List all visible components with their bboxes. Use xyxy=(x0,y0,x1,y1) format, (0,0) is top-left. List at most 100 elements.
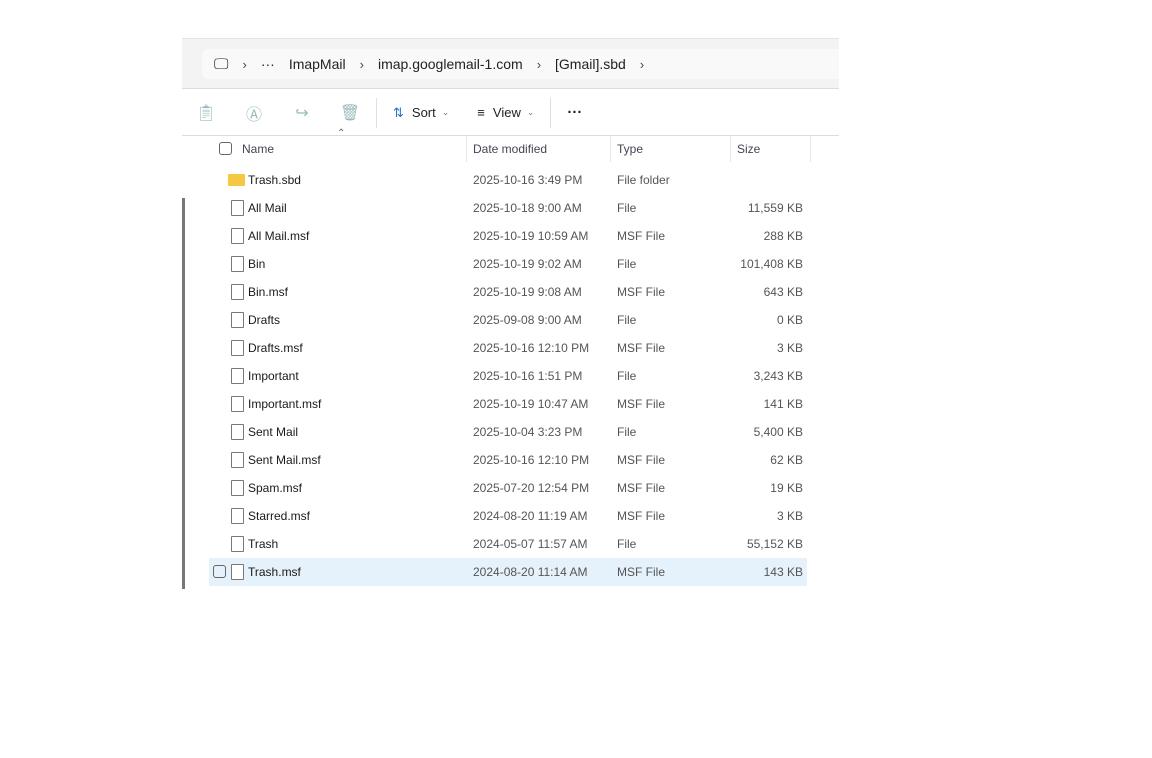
chevron-down-icon: ⌄ xyxy=(526,107,535,117)
column-size[interactable]: Size xyxy=(731,136,811,162)
file-type: File xyxy=(617,425,637,439)
file-row[interactable]: Trash.msf 2024-08-20 11:14 AM MSF File 143 … xyxy=(209,558,807,586)
file-size: 11,559 KB xyxy=(747,201,803,215)
file-row[interactable]: Drafts 2025-09-08 9:00 AM File 0 KB xyxy=(209,306,807,334)
file-icon xyxy=(231,340,244,356)
file-date: 2025-10-19 9:08 AM xyxy=(473,285,582,299)
file-type: MSF File xyxy=(617,565,665,579)
file-icon xyxy=(231,536,244,552)
column-date-modified[interactable]: Date modified xyxy=(467,136,611,162)
file-size: 0 KB xyxy=(776,313,803,327)
file-date: 2025-09-08 9:00 AM xyxy=(473,313,582,327)
file-name: Trash xyxy=(248,537,279,551)
file-icon xyxy=(231,200,244,216)
paste-icon[interactable]: 📋︎ xyxy=(182,103,230,123)
file-name: Trash.msf xyxy=(248,565,301,579)
file-list: Trash.sbd 2025-10-16 3:49 PM File folder Al… xyxy=(209,166,807,586)
file-size: 141 KB xyxy=(763,397,803,411)
file-size: 55,152 KB xyxy=(746,537,803,551)
file-explorer-window: 🖵 › ··· ImapMail › imap.googlemail-1.com… xyxy=(182,38,839,589)
file-name: Drafts xyxy=(248,313,281,327)
chevron-right-icon[interactable]: › xyxy=(360,57,364,72)
file-name: Trash.sbd xyxy=(248,173,301,187)
chevron-down-icon: ⌄ xyxy=(441,107,450,117)
breadcrumb-gmail-sbd[interactable]: [Gmail].sbd xyxy=(555,56,626,72)
file-row[interactable]: All Mail 2025-10-18 9:00 AM File 11,559 KB xyxy=(209,194,807,222)
file-type: MSF File xyxy=(617,285,665,299)
file-row[interactable]: Important 2025-10-16 1:51 PM File 3,243 KB xyxy=(209,362,807,390)
file-type: File folder xyxy=(617,173,670,187)
file-name: Drafts.msf xyxy=(248,341,303,355)
file-type: MSF File xyxy=(617,229,665,243)
file-row[interactable]: Drafts.msf 2025-10-16 12:10 PM MSF File 3 K… xyxy=(209,334,807,362)
file-row[interactable]: Spam.msf 2025-07-20 12:54 PM MSF File 19 KB xyxy=(209,474,807,502)
delete-icon[interactable]: 🗑︎ xyxy=(326,103,374,123)
file-date: 2025-10-04 3:23 PM xyxy=(473,425,583,439)
computer-icon[interactable]: 🖵 xyxy=(214,56,228,73)
file-row[interactable]: Bin 2025-10-19 9:02 AM File 101,408 KB xyxy=(209,250,807,278)
file-size: 3 KB xyxy=(776,509,803,523)
file-row[interactable]: Bin.msf 2025-10-19 9:08 AM MSF File 643 KB xyxy=(209,278,807,306)
file-name: Bin.msf xyxy=(248,285,289,299)
file-name: Important.msf xyxy=(248,397,322,411)
file-icon xyxy=(231,508,244,524)
file-date: 2024-08-20 11:14 AM xyxy=(473,565,588,579)
file-row[interactable]: Sent Mail.msf 2025-10-16 12:10 PM MSF File… xyxy=(209,446,807,474)
file-row[interactable]: Trash 2024-05-07 11:57 AM File 55,152 KB xyxy=(209,530,807,558)
file-size: 19 KB xyxy=(770,481,803,495)
address-bar: 🖵 › ··· ImapMail › imap.googlemail-1.com… xyxy=(182,38,839,89)
share-icon[interactable]: ↪ xyxy=(278,103,326,123)
file-size: 3 KB xyxy=(776,341,803,355)
chevron-right-icon[interactable]: › xyxy=(242,57,246,72)
navigation-pane-border xyxy=(182,198,185,589)
file-type: File xyxy=(617,313,637,327)
divider xyxy=(550,97,552,128)
file-row[interactable]: Starred.msf 2024-08-20 11:19 AM MSF File 3 … xyxy=(209,502,807,530)
file-icon xyxy=(231,368,244,384)
file-type: File xyxy=(617,369,637,383)
sort-label: Sort xyxy=(411,105,436,120)
file-icon xyxy=(231,452,244,468)
select-all-checkbox[interactable] xyxy=(219,142,232,155)
view-button[interactable]: ≡ View ⌄ xyxy=(463,105,548,120)
file-icon xyxy=(231,256,244,272)
column-type[interactable]: Type xyxy=(611,136,731,162)
breadcrumb-more[interactable]: ··· xyxy=(261,56,275,72)
file-date: 2025-10-16 1:51 PM xyxy=(473,369,583,383)
file-row[interactable]: Important.msf 2025-10-19 10:47 AM MSF File… xyxy=(209,390,807,418)
file-date: 2025-10-19 10:59 AM xyxy=(473,229,589,243)
file-row[interactable]: Sent Mail 2025-10-04 3:23 PM File 5,400 KB xyxy=(209,418,807,446)
file-name: Sent Mail xyxy=(248,425,299,439)
file-size: 101,408 KB xyxy=(740,257,803,271)
divider xyxy=(376,97,377,128)
column-header: ⌃ Name Date modified Type Size xyxy=(209,128,839,162)
sort-icon: ⇅ xyxy=(393,104,404,120)
row-checkbox[interactable] xyxy=(213,565,226,578)
breadcrumb[interactable]: 🖵 › ··· ImapMail › imap.googlemail-1.com… xyxy=(202,49,839,79)
file-date: 2025-10-19 9:02 AM xyxy=(473,257,582,271)
view-icon: ≡ xyxy=(477,105,485,120)
chevron-right-icon[interactable]: › xyxy=(640,57,644,72)
file-row[interactable]: Trash.sbd 2025-10-16 3:49 PM File folder xyxy=(209,166,807,194)
file-type: MSF File xyxy=(617,481,665,495)
file-size: 143 KB xyxy=(763,565,803,579)
sort-button[interactable]: ⇅ Sort ⌄ xyxy=(379,105,463,121)
file-row[interactable]: All Mail.msf 2025-10-19 10:59 AM MSF File 2… xyxy=(209,222,807,250)
file-size: 3,243 KB xyxy=(753,369,803,383)
file-icon xyxy=(231,424,244,440)
file-name: Starred.msf xyxy=(248,509,311,523)
file-date: 2025-10-16 12:10 PM xyxy=(473,341,590,355)
file-size: 288 KB xyxy=(763,229,803,243)
more-options-button[interactable]: ··· xyxy=(553,104,596,121)
file-icon xyxy=(231,228,244,244)
breadcrumb-imap-googlemail[interactable]: imap.googlemail-1.com xyxy=(378,56,523,72)
file-name: Important xyxy=(248,369,299,383)
breadcrumb-imapmail[interactable]: ImapMail xyxy=(289,56,346,72)
rename-icon[interactable]: Ⓐ xyxy=(230,101,278,125)
column-name[interactable]: Name xyxy=(236,136,467,162)
chevron-right-icon[interactable]: › xyxy=(537,57,541,72)
file-date: 2024-05-07 11:57 AM xyxy=(473,537,588,551)
view-label: View xyxy=(492,105,521,120)
file-name: Bin xyxy=(248,257,266,271)
file-type: MSF File xyxy=(617,397,665,411)
